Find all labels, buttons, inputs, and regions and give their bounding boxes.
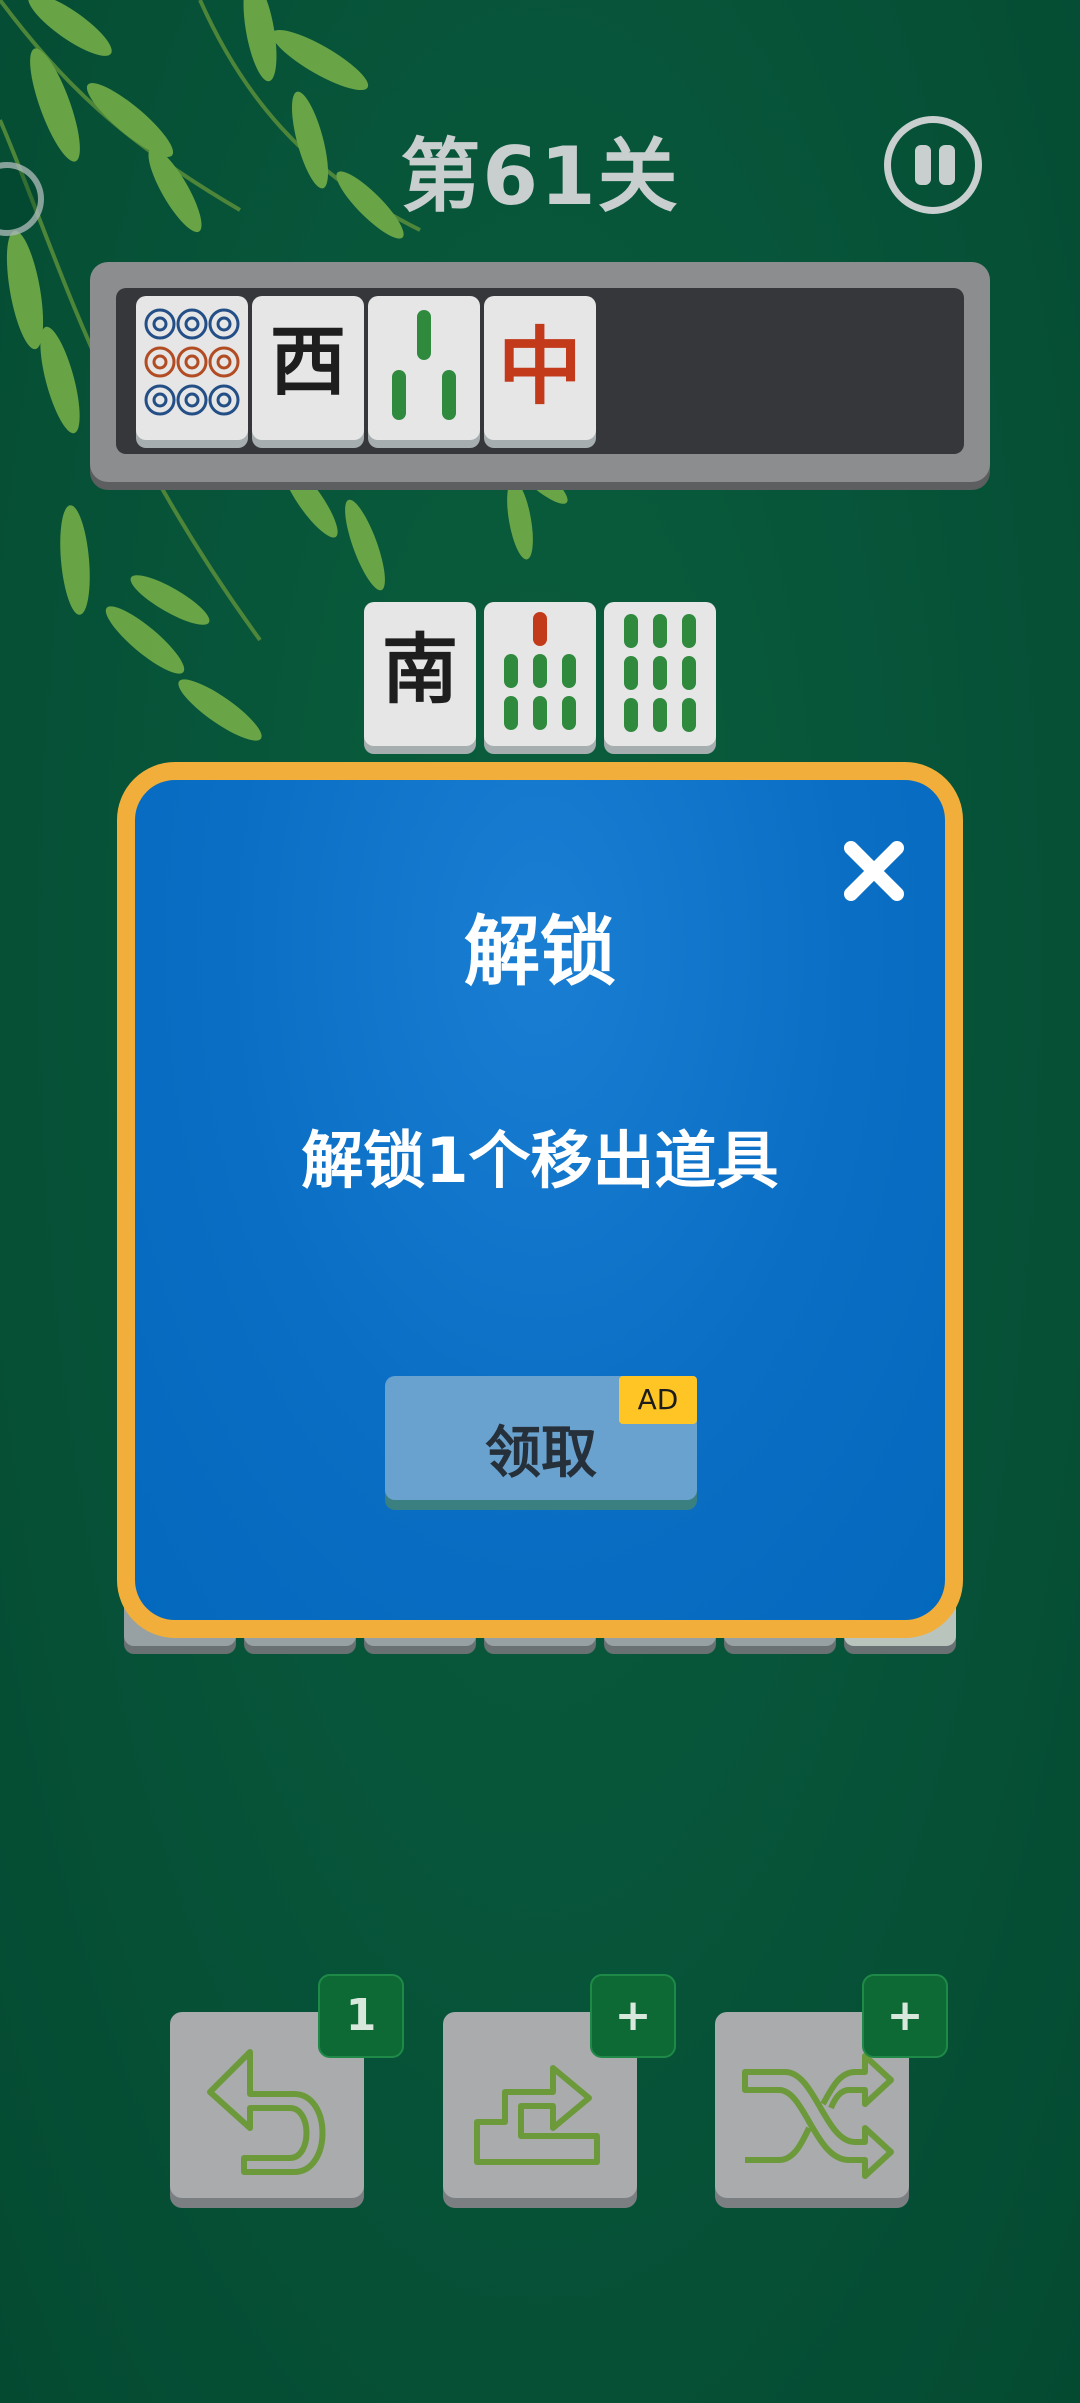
svg-text:中: 中 (498, 317, 582, 416)
ad-badge: AD (619, 1376, 697, 1424)
west-wind-tile[interactable]: 西 (252, 296, 364, 440)
red-dragon-tile[interactable]: 中 (484, 296, 596, 440)
pause-button[interactable] (884, 116, 982, 214)
svg-text:西: 西 (270, 317, 346, 406)
shuffle-add-badge: + (862, 1974, 948, 2058)
move-out-add-badge: + (590, 1974, 676, 2058)
svg-text:南: 南 (382, 625, 458, 714)
unlock-dialog: 解锁 解锁1个移出道具 领取 AD (117, 762, 963, 1638)
south-wind-tile[interactable]: 南 (364, 602, 476, 746)
bamboo-3-tile[interactable] (368, 296, 480, 440)
tile-tray: 西 中 (90, 262, 990, 482)
bamboo-9-tile[interactable] (604, 602, 716, 746)
bamboo-7-tile[interactable] (484, 602, 596, 746)
pause-icon (915, 145, 931, 185)
undo-count-badge: 1 (318, 1974, 404, 2058)
dialog-title: 解锁 (464, 907, 616, 996)
dialog-message: 解锁1个移出道具 (301, 1124, 779, 1197)
claim-button[interactable]: 领取 AD (385, 1376, 697, 1500)
circles-9-tile[interactable] (136, 296, 248, 440)
